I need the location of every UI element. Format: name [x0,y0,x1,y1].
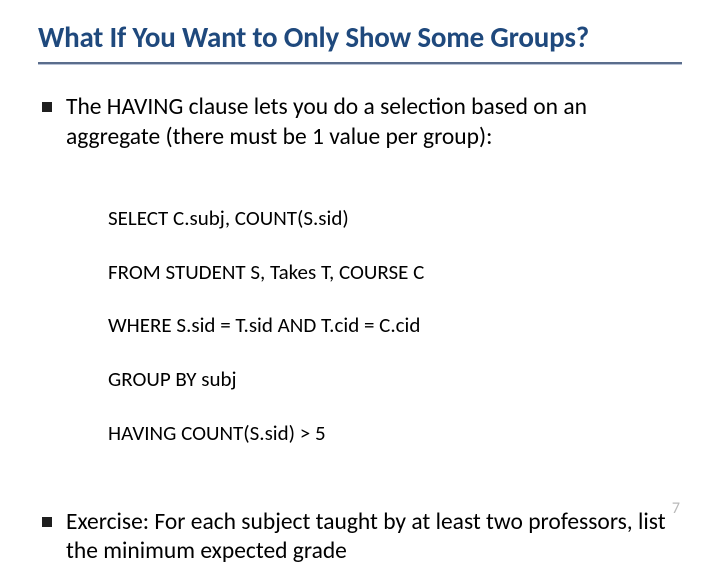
code-line: GROUP BY subj [108,366,682,393]
slide: What If You Want to Only Show Some Group… [0,0,720,540]
square-bullet-icon [42,102,52,112]
slide-title: What If You Want to Only Show Some Group… [38,20,682,54]
code-line: WHERE S.sid = T.sid AND T.cid = C.cid [108,312,682,339]
page-number: 7 [672,499,680,518]
slide-body: The HAVING clause lets you do a selectio… [38,93,682,566]
code-line: HAVING COUNT(S.sid) > 5 [108,420,682,447]
sql-code-block: SELECT C.subj, COUNT(S.sid) FROM STUDENT… [108,178,682,474]
square-bullet-icon [42,517,52,527]
code-line: SELECT C.subj, COUNT(S.sid) [108,205,682,232]
title-rule [38,62,682,65]
code-line: FROM STUDENT S, Takes T, COURSE C [108,259,682,286]
bullet-item: Exercise: For each subject taught by at … [42,508,682,566]
bullet-item: The HAVING clause lets you do a selectio… [42,93,682,152]
bullet-text: The HAVING clause lets you do a selectio… [66,93,682,152]
bullet-text: Exercise: For each subject taught by at … [66,508,682,566]
